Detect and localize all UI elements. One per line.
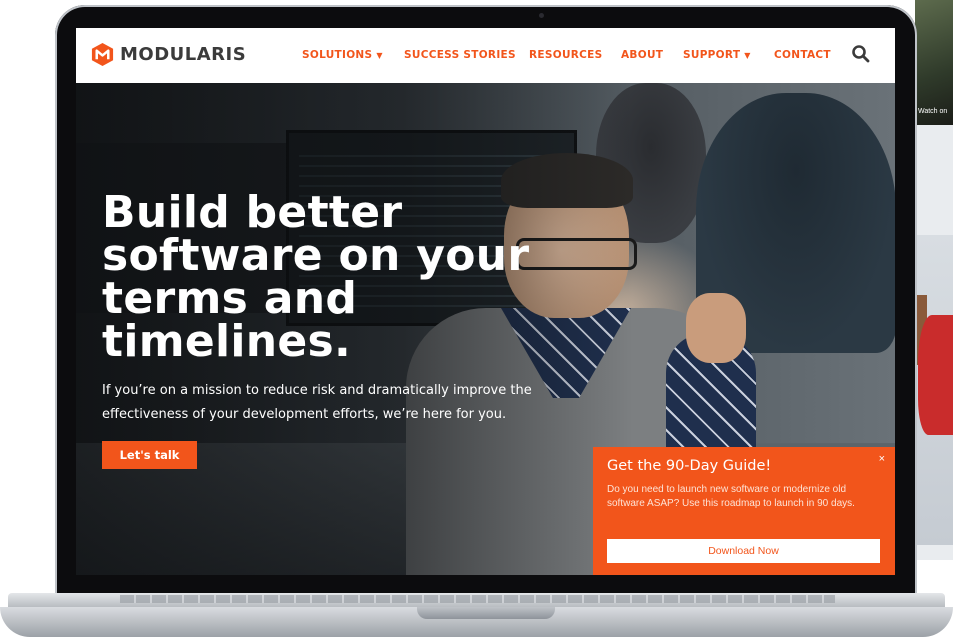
nav-support-label: SUPPORT [683,49,741,61]
nav-solutions-label: SOLUTIONS [302,49,373,61]
nav-support[interactable]: SUPPORT ▼ [683,49,751,61]
photo-thumbnail [913,235,953,545]
logo-text: MODULARIS [120,44,247,65]
nav-resources[interactable]: RESOURCES [529,49,603,61]
nav-solutions[interactable]: SOLUTIONS ▼ [302,49,383,61]
chevron-down-icon: ▼ [744,51,751,60]
logo[interactable]: MODULARIS [90,42,246,67]
nav-contact-label: CONTACT [774,49,831,61]
nav-success-stories-label: SUCCESS STORIES [404,49,516,61]
lets-talk-button[interactable]: Let's talk [102,441,197,469]
hero-headline: Build better software on your terms and … [102,187,582,367]
chevron-down-icon: ▼ [376,51,383,60]
download-now-button[interactable]: Download Now [607,539,880,563]
watch-on-label: Watch on [918,108,948,115]
headline-line: timelines. [102,316,352,367]
nav-contact[interactable]: CONTACT [774,49,831,61]
popup-body: Do you need to launch new software or mo… [607,484,855,509]
modularis-logo-icon [91,42,114,67]
laptop-notch [417,607,555,619]
popup-title: Get the 90-Day Guide! [607,458,772,474]
video-thumbnail[interactable]: Watch on [915,0,953,125]
headline-line: terms and [102,273,358,324]
website-screen: MODULARIS SOLUTIONS ▼ SUCCESS STORIES RES… [76,28,895,575]
navbar: MODULARIS SOLUTIONS ▼ SUCCESS STORIES RES… [76,28,895,83]
hero-section: Build better software on your terms and … [76,83,895,575]
camera-dot [539,13,544,18]
hero-subtext: If you’re on a mission to reduce risk an… [102,383,532,422]
search-icon[interactable] [851,44,871,64]
nav-resources-label: RESOURCES [529,49,603,61]
headline-line: Build better [102,187,403,238]
nav-about[interactable]: ABOUT [621,49,663,61]
close-icon[interactable]: × [879,453,885,465]
laptop-base [0,593,953,642]
nav-about-label: ABOUT [621,49,664,61]
headline-line: software on your [102,230,530,281]
guide-popup: × Get the 90-Day Guide! Do you need to l… [593,447,895,575]
nav-success-stories[interactable]: SUCCESS STORIES [404,49,516,61]
